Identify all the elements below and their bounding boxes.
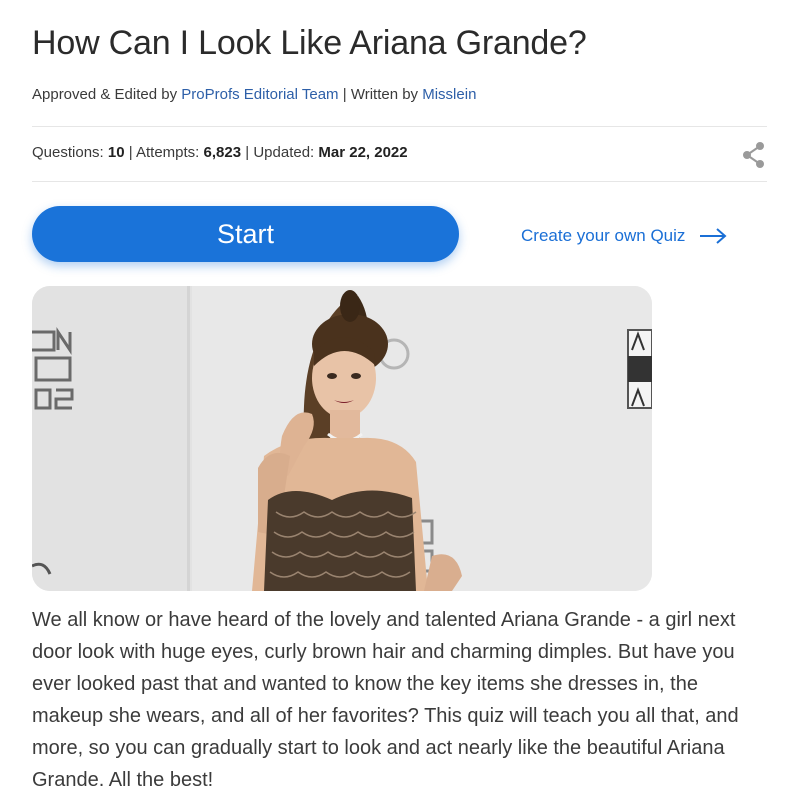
updated-date: Mar 22, 2022 — [318, 144, 408, 161]
questions-count: 10 — [107, 144, 125, 161]
author-link[interactable]: Misslein — [422, 86, 476, 103]
written-prefix: Written by — [350, 86, 419, 103]
attempts-label: Attempts: — [136, 144, 200, 161]
quiz-page: How Can I Look Like Ariana Grande? Appro… — [0, 0, 810, 811]
stats-separator: | — [245, 144, 250, 161]
create-quiz-label: Create your own Quiz — [521, 226, 686, 245]
approved-prefix: Approved & Edited by — [32, 86, 178, 103]
byline: Approved & Edited by ProProfs Editorial … — [32, 85, 476, 105]
questions-label: Questions: — [32, 144, 104, 161]
quiz-description: We all know or have heard of the lovely … — [32, 609, 739, 791]
editor-link[interactable]: ProProfs Editorial Team — [181, 86, 338, 103]
quiz-stats: Questions: 10 | Attempts: 6,823 | Update… — [32, 143, 408, 163]
arrow-right-icon — [700, 228, 727, 244]
page-title: How Can I Look Like Ariana Grande? — [32, 24, 587, 62]
updated-label: Updated: — [253, 144, 315, 161]
attempts-count: 6,823 — [203, 144, 242, 161]
stats-separator: | — [128, 144, 133, 161]
byline-separator: | — [342, 86, 347, 103]
backdrop-logo-right — [627, 329, 652, 409]
quiz-cover-image — [32, 286, 652, 591]
start-button[interactable]: Start — [32, 206, 459, 262]
create-quiz-link[interactable]: Create your own Quiz — [521, 226, 727, 246]
divider-top — [32, 126, 767, 127]
share-icon[interactable] — [740, 141, 768, 169]
divider-bottom — [32, 181, 767, 182]
